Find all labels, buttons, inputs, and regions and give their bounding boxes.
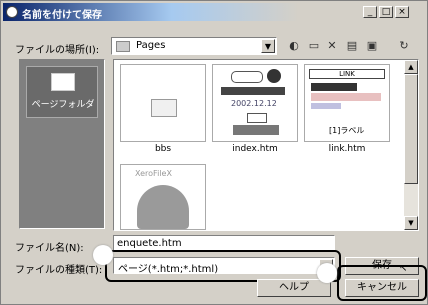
marker-dot xyxy=(317,263,337,283)
scrollbar[interactable]: ▲ ▼ xyxy=(404,60,418,230)
filetype-label: ファイルの種類(T): xyxy=(15,265,103,276)
location-label: ファイルの場所(I): xyxy=(15,45,100,56)
nav-bar xyxy=(233,125,279,135)
save-dialog: 名前を付けて保存 _ □ × ファイルの場所(I): Pages ▼ ◐ ▭ ✕… xyxy=(0,0,428,305)
tools-icon[interactable]: ↻ xyxy=(395,38,413,54)
view-menu-icon[interactable]: ▣ xyxy=(363,38,381,54)
link-row xyxy=(311,103,341,109)
link-footer: [1]ラベル xyxy=(329,126,365,135)
character-image xyxy=(137,185,189,229)
heading-bar xyxy=(221,87,285,95)
places-bar: ページフォルダ xyxy=(19,59,105,229)
file-name: index.htm xyxy=(232,144,278,154)
up-folder-icon[interactable]: ▭ xyxy=(305,38,323,54)
delete-icon[interactable]: ✕ xyxy=(323,38,341,54)
chevron-down-icon[interactable]: ▼ xyxy=(261,39,275,53)
app-icon xyxy=(6,6,18,18)
date-text: 2002.12.12 xyxy=(231,99,277,108)
file-item-index[interactable]: 2002.12.12 xyxy=(212,64,298,142)
maximize-button[interactable]: □ xyxy=(379,6,393,18)
title-bar: 名前を付けて保存 _ □ × xyxy=(3,3,425,21)
places-item-page-folder[interactable]: ページフォルダ xyxy=(26,66,98,118)
link-row xyxy=(311,83,357,91)
scroll-up-icon[interactable]: ▲ xyxy=(404,60,418,74)
places-item-label: ページフォルダ xyxy=(31,100,95,110)
file-item-link[interactable]: LINK [1]ラベル xyxy=(304,64,390,142)
file-list: bbs 2002.12.12 index.htm LINK [1]ラベル lin… xyxy=(113,59,419,231)
file-name: link.htm xyxy=(328,144,366,154)
marker-dot xyxy=(93,245,113,265)
help-button[interactable]: ヘルプ xyxy=(257,279,331,297)
back-icon[interactable]: ◐ xyxy=(285,38,303,54)
file-name: bbs xyxy=(154,144,172,154)
location-dropdown[interactable]: Pages ▼ xyxy=(111,37,277,55)
link-box xyxy=(247,113,267,123)
character-icon xyxy=(267,69,281,83)
scroll-down-icon[interactable]: ▼ xyxy=(404,216,418,230)
filename-value: enquete.htm xyxy=(117,238,182,249)
mouse-cursor-icon: ↖ xyxy=(399,263,408,274)
close-button[interactable]: × xyxy=(395,6,409,18)
link-heading: LINK xyxy=(309,69,385,79)
image-caption: XeroFileX xyxy=(135,169,172,178)
filetype-highlight xyxy=(105,250,341,282)
window-title: 名前を付けて保存 xyxy=(22,10,102,21)
file-item-bbs[interactable] xyxy=(120,64,206,142)
folder-icon xyxy=(116,41,130,52)
file-item-image[interactable]: XeroFileX xyxy=(120,164,206,230)
filename-label: ファイル名(N): xyxy=(15,243,84,254)
link-row xyxy=(311,93,381,101)
logo-shape xyxy=(231,71,263,83)
minimize-button[interactable]: _ xyxy=(363,6,377,18)
location-value: Pages xyxy=(136,40,166,51)
new-folder-icon[interactable]: ▤ xyxy=(343,38,361,54)
scroll-thumb[interactable] xyxy=(404,74,418,184)
cancel-highlight xyxy=(337,265,427,301)
folder-icon xyxy=(51,73,75,91)
folder-icon xyxy=(151,99,177,117)
